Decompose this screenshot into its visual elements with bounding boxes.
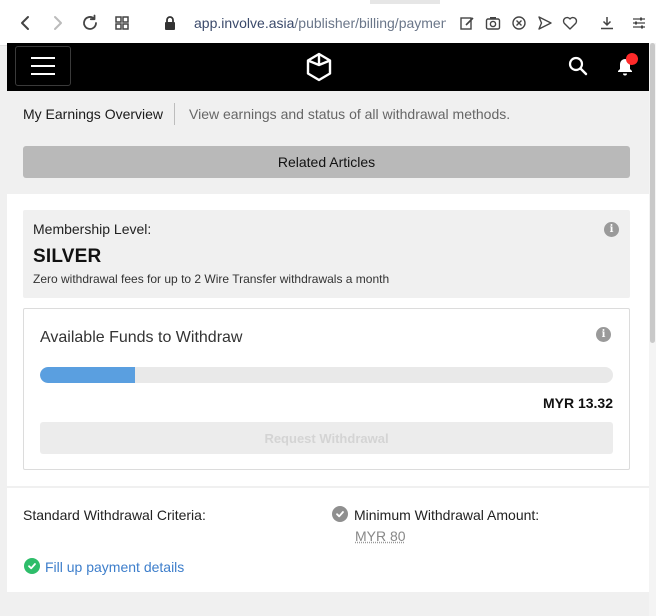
minimum-withdrawal-label: Minimum Withdrawal Amount: — [354, 507, 540, 523]
grid-icon — [115, 16, 129, 30]
page-scrollbar[interactable] — [649, 43, 656, 616]
membership-level: SILVER — [33, 246, 102, 267]
funds-title: Available Funds to Withdraw — [40, 329, 243, 346]
menu-button[interactable] — [15, 46, 71, 86]
funds-progress-fill — [40, 367, 136, 383]
lock-icon — [165, 16, 175, 30]
send-icon — [538, 16, 552, 30]
snapshot-button[interactable] — [482, 12, 504, 34]
download-icon — [601, 17, 613, 30]
reload-icon — [83, 14, 97, 30]
forward-arrow-icon — [54, 16, 62, 30]
logo-icon — [306, 52, 332, 82]
info-icon[interactable]: i — [596, 327, 611, 342]
url-path: /publisher/billing/payment-h — [294, 15, 446, 31]
membership-note: Zero withdrawal fees for up to 2 Wire Tr… — [33, 272, 390, 286]
address-bar[interactable]: app.involve.asia/publisher/billing/payme… — [194, 15, 446, 31]
notification-badge — [626, 53, 638, 65]
forward-button[interactable] — [47, 12, 69, 34]
reload-button[interactable] — [79, 12, 101, 34]
check-circle-icon — [24, 558, 40, 574]
earnings-overview-bar: My Earnings Overview View earnings and s… — [7, 91, 649, 193]
criteria-title: Standard Withdrawal Criteria: — [23, 507, 206, 523]
app-header — [7, 43, 649, 91]
close-circle-icon — [512, 16, 526, 30]
funds-progress-bar — [40, 367, 613, 383]
membership-label: Membership Level: — [33, 221, 152, 237]
heart-icon — [562, 16, 578, 30]
search-button[interactable] — [567, 55, 589, 77]
info-icon[interactable]: i — [604, 222, 619, 237]
related-articles-button[interactable]: Related Articles — [23, 146, 630, 178]
available-funds-panel: Available Funds to Withdraw i MYR 13.32 … — [23, 308, 630, 470]
search-icon — [568, 56, 588, 76]
hamburger-menu-icon — [31, 65, 55, 67]
home-logo[interactable] — [304, 52, 334, 82]
settings-sliders-icon — [633, 17, 645, 29]
scrollbar-thumb[interactable] — [650, 43, 655, 343]
url-host: app.involve.asia — [194, 15, 295, 31]
funds-amount: MYR 13.32 — [542, 395, 613, 411]
page-description: View earnings and status of all withdraw… — [189, 106, 511, 122]
withdrawal-criteria-card: Standard Withdrawal Criteria: Minimum Wi… — [7, 488, 649, 592]
fill-payment-details-link[interactable]: Fill up payment details — [45, 559, 184, 575]
active-tab-indicator — [370, 0, 440, 4]
minimum-withdrawal-value: MYR 80 — [355, 528, 406, 544]
edit-button[interactable] — [456, 12, 478, 34]
camera-icon — [485, 17, 501, 30]
request-withdrawal-button[interactable]: Request Withdrawal — [40, 422, 613, 454]
back-arrow-icon — [21, 16, 29, 30]
ad-block-button[interactable] — [508, 12, 530, 34]
browser-toolbar: app.involve.asia/publisher/billing/payme… — [0, 0, 656, 46]
easy-setup-button[interactable] — [628, 12, 650, 34]
downloads-button[interactable] — [596, 12, 618, 34]
speed-dial-button[interactable] — [111, 12, 133, 34]
earnings-card: Membership Level: SILVER Zero withdrawal… — [7, 194, 649, 486]
edit-icon — [460, 17, 474, 30]
secure-connection-indicator[interactable] — [159, 12, 181, 34]
back-button[interactable] — [14, 12, 36, 34]
page-title: My Earnings Overview — [23, 106, 164, 122]
hamburger-menu-icon — [31, 73, 55, 75]
notifications-button[interactable] — [614, 53, 638, 79]
hamburger-menu-icon — [31, 57, 55, 59]
send-button[interactable] — [534, 12, 556, 34]
favorite-button[interactable] — [559, 12, 581, 34]
membership-panel: Membership Level: SILVER Zero withdrawal… — [23, 210, 630, 298]
check-circle-icon — [332, 506, 348, 522]
title-divider — [174, 103, 175, 125]
